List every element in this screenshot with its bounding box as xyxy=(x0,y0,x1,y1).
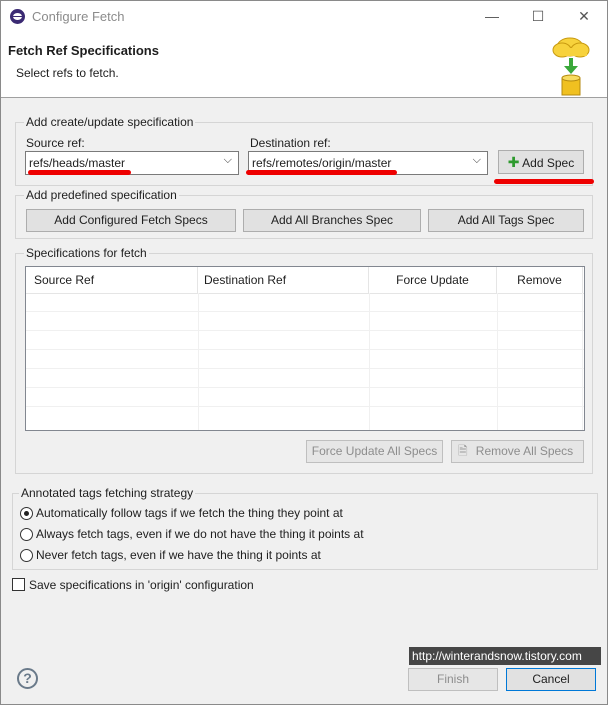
add-all-branches-spec-button[interactable]: Add All Branches Spec xyxy=(243,209,421,232)
fetch-wizard-icon xyxy=(552,37,590,96)
maximize-button[interactable]: ☐ xyxy=(515,1,561,32)
header-divider xyxy=(26,293,584,294)
source-ref-label: Source ref: xyxy=(26,136,85,150)
watermark: http://winterandsnow.tistory.com xyxy=(409,647,601,665)
table-row xyxy=(26,387,584,388)
column-divider xyxy=(582,293,583,430)
window-title: Configure Fetch xyxy=(32,9,125,24)
force-update-all-specs-button[interactable]: Force Update All Specs xyxy=(306,440,443,463)
chevron-down-icon: ⌵ xyxy=(472,154,481,166)
table-row xyxy=(26,368,584,369)
column-divider xyxy=(369,293,370,430)
specs-table[interactable]: Source Ref Destination Ref Force Update … xyxy=(25,266,585,431)
minimize-button[interactable]: — xyxy=(469,1,515,32)
source-ref-value: refs/heads/master xyxy=(29,156,126,170)
table-row xyxy=(26,311,584,312)
column-header-remove[interactable]: Remove xyxy=(497,267,583,293)
highlight-mark xyxy=(246,170,397,175)
auto-follow-tags-label[interactable]: Automatically follow tags if we fetch th… xyxy=(36,506,343,520)
table-row xyxy=(26,406,584,407)
highlight-mark xyxy=(494,179,594,184)
cancel-button[interactable]: Cancel xyxy=(506,668,596,691)
save-specs-checkbox[interactable] xyxy=(12,578,25,591)
chevron-down-icon: ⌵ xyxy=(223,154,232,166)
wizard-banner: Fetch Ref Specifications Select refs to … xyxy=(1,32,607,98)
add-spec-label: Add Spec xyxy=(522,156,575,170)
configure-fetch-dialog: Configure Fetch — ☐ ✕ Fetch Ref Specific… xyxy=(0,0,608,705)
highlight-mark xyxy=(28,170,131,175)
help-icon[interactable]: ? xyxy=(17,668,38,689)
predefined-spec-group-label: Add predefined specification xyxy=(24,188,179,202)
eclipse-icon xyxy=(10,9,25,24)
finish-button[interactable]: Finish xyxy=(408,668,498,691)
page-title: Fetch Ref Specifications xyxy=(8,43,159,58)
specs-group-label: Specifications for fetch xyxy=(24,246,149,260)
column-divider xyxy=(497,293,498,430)
column-header-destination-ref[interactable]: Destination Ref xyxy=(198,267,369,293)
auto-follow-tags-radio[interactable] xyxy=(20,507,33,520)
close-button[interactable]: ✕ xyxy=(561,1,607,32)
never-fetch-tags-label[interactable]: Never fetch tags, even if we have the th… xyxy=(36,548,321,562)
column-divider xyxy=(198,293,199,430)
plus-icon: ✚ xyxy=(507,154,520,170)
create-spec-group-label: Add create/update specification xyxy=(24,115,196,129)
always-fetch-tags-label[interactable]: Always fetch tags, even if we do not hav… xyxy=(36,527,364,541)
add-spec-button[interactable]: ✚ Add Spec xyxy=(498,150,584,174)
column-header-force-update[interactable]: Force Update xyxy=(369,267,497,293)
destination-ref-value: refs/remotes/origin/master xyxy=(252,156,392,170)
tags-strategy-group-label: Annotated tags fetching strategy xyxy=(19,486,196,500)
always-fetch-tags-radio[interactable] xyxy=(20,528,33,541)
page-description: Select refs to fetch. xyxy=(16,66,119,80)
add-configured-fetch-specs-button[interactable]: Add Configured Fetch Specs xyxy=(26,209,236,232)
delete-icon: 🗎 xyxy=(458,444,468,458)
column-header-source-ref[interactable]: Source Ref xyxy=(26,267,198,293)
table-row xyxy=(26,330,584,331)
never-fetch-tags-radio[interactable] xyxy=(20,549,33,562)
destination-ref-label: Destination ref: xyxy=(250,136,331,150)
table-row xyxy=(26,349,584,350)
add-all-tags-spec-button[interactable]: Add All Tags Spec xyxy=(428,209,584,232)
remove-all-specs-label: Remove All Specs xyxy=(475,444,574,458)
remove-all-specs-button[interactable]: 🗎 Remove All Specs xyxy=(451,440,584,463)
save-specs-label[interactable]: Save specifications in 'origin' configur… xyxy=(29,578,254,592)
title-bar: Configure Fetch — ☐ ✕ xyxy=(1,1,607,32)
